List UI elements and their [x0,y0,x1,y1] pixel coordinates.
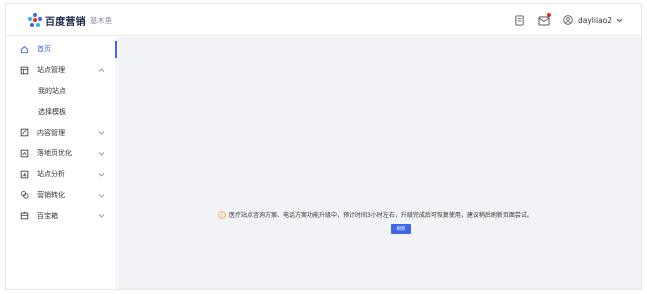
sidebar-item-label: 营销转化 [37,190,65,199]
warning-icon [218,210,226,219]
sidebar-item-landing-optimization[interactable]: 落地页优化 [6,143,116,164]
sidebar-item-label: 站点管理 [37,66,65,75]
sidebar-item-label: 百宝箱 [37,211,58,220]
sidebar-item-label: 首页 [37,45,51,54]
user-menu[interactable]: dayliiao2 [561,13,623,27]
content-icon [20,128,29,137]
sidebar-item-label: 选择模板 [38,107,66,116]
chevron-down-icon [98,150,105,157]
top-header: 百度营销 基木鱼 dayliiao2 [6,4,641,36]
notice-text: 医疗站点咨询方案、电话方案功能升级中，预计时间3小时左右，升级完成后可恢复使用，… [229,212,533,219]
sidebar-item-label: 我的站点 [38,86,66,95]
analytics-icon [20,170,29,179]
refresh-button[interactable]: 刷新 [391,224,411,234]
sidebar-item-toolbox[interactable]: 百宝箱 [6,205,116,226]
brand-name: 百度营销 [45,16,86,28]
conversion-icon [20,190,29,199]
toolbox-icon [20,211,29,220]
site-icon [20,66,29,75]
app-window: 百度营销 基木鱼 dayliiao2 首页 站点管理 我的站点 选择模板 内容管… [5,3,642,290]
chevron-down-icon [98,171,105,178]
sidebar-nav: 首页 站点管理 我的站点 选择模板 内容管理 落地页优化 站点分析 营销转化 百… [6,37,117,289]
brand-logo[interactable]: 百度营销 基木鱼 [28,12,112,28]
sidebar-item-site-management[interactable]: 站点管理 [6,60,116,81]
document-icon[interactable] [513,13,527,27]
home-icon [20,45,29,54]
sidebar-item-label: 落地页优化 [37,149,72,158]
sidebar-item-site-analytics[interactable]: 站点分析 [6,164,116,185]
sidebar-item-my-sites[interactable]: 我的站点 [6,81,116,102]
chevron-down-icon [98,129,105,136]
upgrade-notice: 医疗站点咨询方案、电话方案功能升级中，预计时间3小时左右，升级完成后可恢复使用，… [218,210,533,219]
user-circle-icon [561,13,575,27]
product-name: 基木鱼 [89,15,113,25]
chevron-down-icon [616,16,623,25]
chevron-down-icon [98,212,105,219]
header-actions: dayliiao2 [503,13,623,27]
chevron-down-icon [98,192,105,199]
main-content: 医疗站点咨询方案、电话方案功能升级中，预计时间3小时左右，升级完成后可恢复使用，… [118,37,641,289]
notification-dot [546,13,551,17]
sidebar-item-content-management[interactable]: 内容管理 [6,122,116,143]
brand-logo-icon [28,13,42,27]
sidebar-item-label: 内容管理 [37,128,65,137]
chevron-up-icon [98,67,105,74]
username: dayliiao2 [577,15,612,25]
optimize-icon [20,149,29,158]
sidebar-item-home[interactable]: 首页 [6,39,117,60]
sidebar-item-label: 站点分析 [37,170,65,179]
sidebar-item-choose-template[interactable]: 选择模板 [6,101,116,122]
mail-icon[interactable] [537,13,551,27]
sidebar-item-marketing-conversion[interactable]: 营销转化 [6,185,116,206]
